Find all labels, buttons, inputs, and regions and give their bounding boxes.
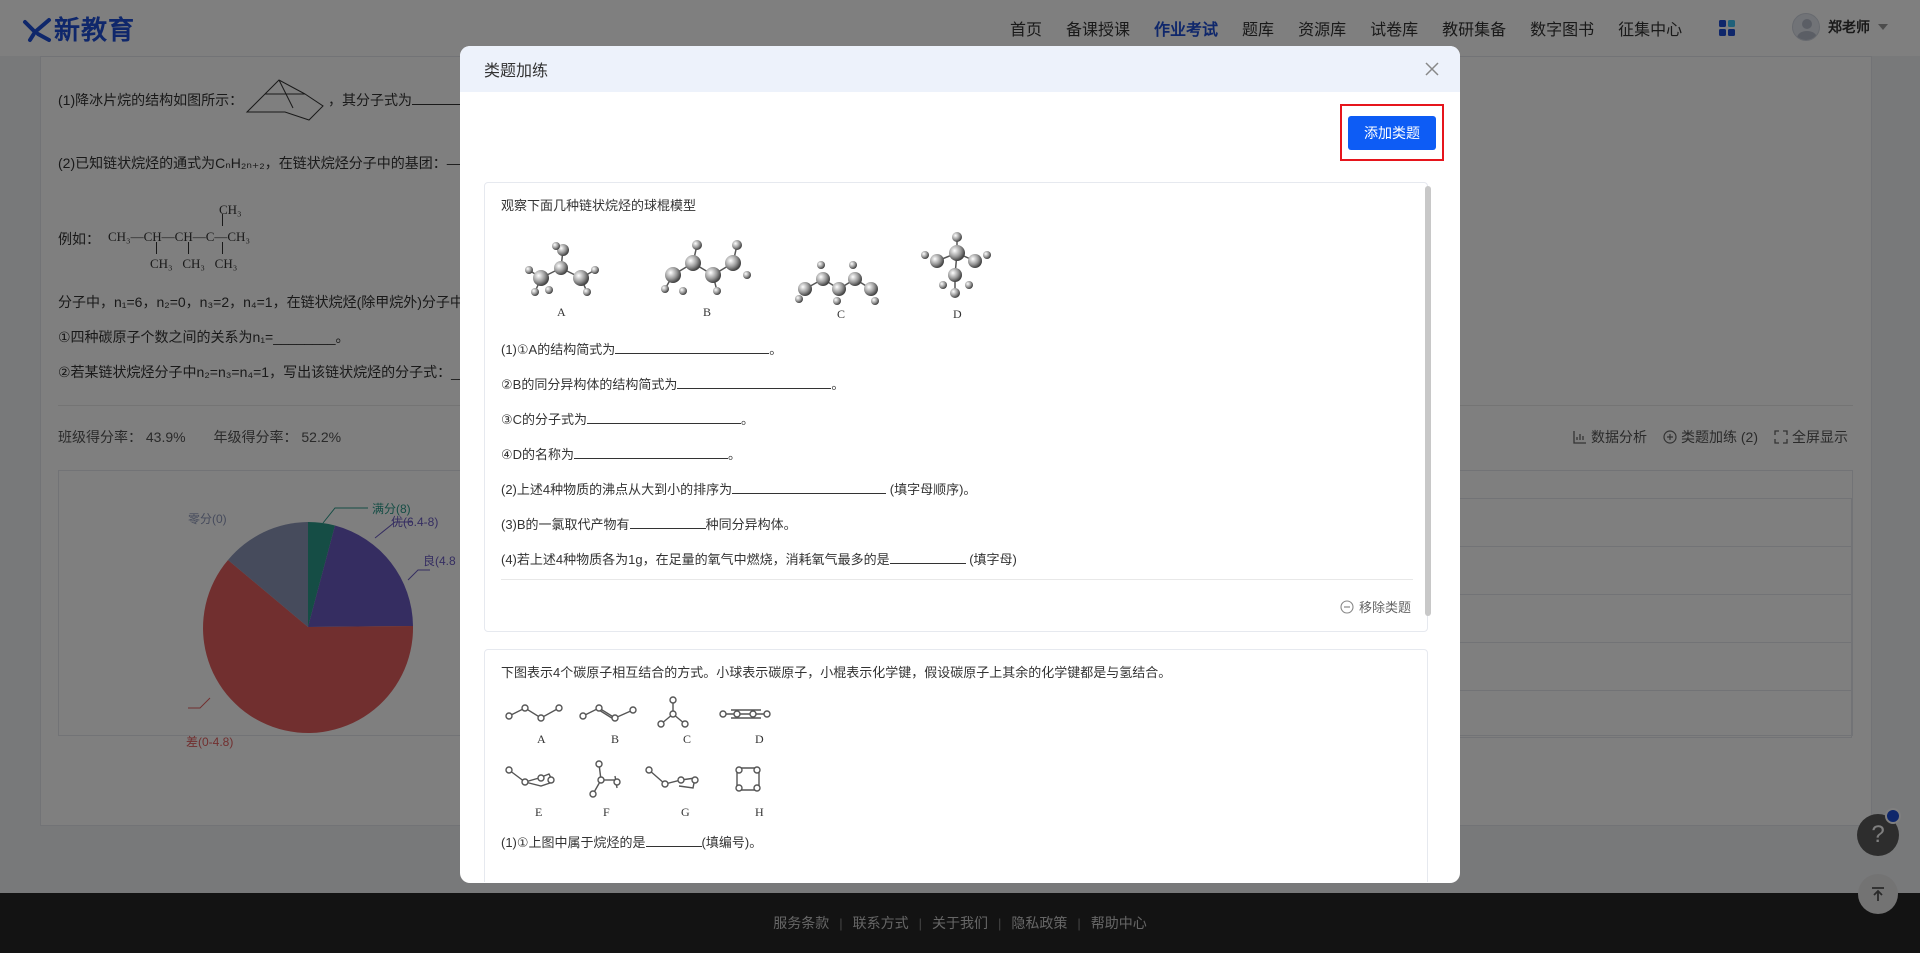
question-card: 观察下面几种链状烷烃的球棍模型 A B C D (1)①A的结构简式为 。 ②B… — [484, 182, 1428, 632]
model-label-a: A — [537, 732, 546, 746]
modal-title: 类题加练 — [484, 63, 549, 80]
question-line: ④D的名称为。 — [501, 447, 742, 462]
add-similar-question-button[interactable]: 添加类题 — [1348, 115, 1436, 150]
carbon-chain-models-row2 — [505, 760, 761, 798]
close-icon[interactable] — [1422, 59, 1442, 79]
model-label-e: E — [535, 805, 543, 819]
remove-label: 移除类题 — [1358, 600, 1411, 615]
model-label-h: H — [755, 805, 764, 819]
modal-header: 类题加练 — [460, 46, 1460, 92]
model-label-a: A — [557, 305, 566, 319]
model-label-b: B — [611, 732, 620, 746]
model-label-d: D — [953, 307, 962, 321]
question-line: (1)①A的结构简式为。 — [501, 342, 783, 357]
model-label-c: C — [837, 307, 846, 321]
model-label-c: C — [683, 732, 692, 746]
add-button-highlight: 添加类题 — [1340, 104, 1444, 161]
question-line: ②B的同分异构体的结构简式为。 — [501, 377, 845, 392]
molecule-model-d — [921, 232, 991, 298]
carbon-chain-models-row1 — [505, 696, 771, 728]
question-line: (2)上述4种物质的沸点从大到小的排序为 (填字母顺序)。 — [501, 482, 977, 497]
question-line: (4)若上述4种物质各为1g，在足量的氧气中燃烧，消耗氧气最多的是 (填字母) — [501, 552, 1017, 567]
molecule-model-b — [661, 240, 751, 295]
molecule-model-a — [525, 242, 599, 296]
card-divider — [501, 579, 1413, 580]
molecule-model-c — [795, 261, 879, 305]
question-line: (1)①上图中属于烷烃的是 (填编号)。 — [501, 835, 763, 850]
question-line: (3)B的一氯取代产物有 种同分异构体。 — [501, 517, 797, 532]
remove-similar-question-button[interactable]: 移除类题 — [1340, 597, 1411, 616]
question-card: 下图表示4个碳原子相互结合的方式。小球表示碳原子，小棍表示化学键，假设碳原子上其… — [484, 649, 1428, 882]
model-label-b: B — [703, 305, 712, 319]
minus-circle-icon — [1340, 599, 1354, 614]
similar-practice-modal: 类题加练 添加类题 观察下面几种链状烷烃的球棍模型 A B C D (1)①A的… — [460, 46, 1460, 883]
question-line: ③C的分子式为。 — [501, 412, 755, 427]
modal-scrollbar[interactable] — [1425, 186, 1431, 616]
question-intro: 观察下面几种链状烷烃的球棍模型 — [501, 198, 697, 213]
model-label-f: F — [603, 805, 610, 819]
model-label-d: D — [755, 732, 764, 746]
question-intro: 下图表示4个碳原子相互结合的方式。小球表示碳原子，小棍表示化学键，假设碳原子上其… — [501, 665, 1172, 680]
model-label-g: G — [681, 805, 690, 819]
question-list[interactable]: 观察下面几种链状烷烃的球棍模型 A B C D (1)①A的结构简式为 。 ②B… — [484, 182, 1440, 882]
